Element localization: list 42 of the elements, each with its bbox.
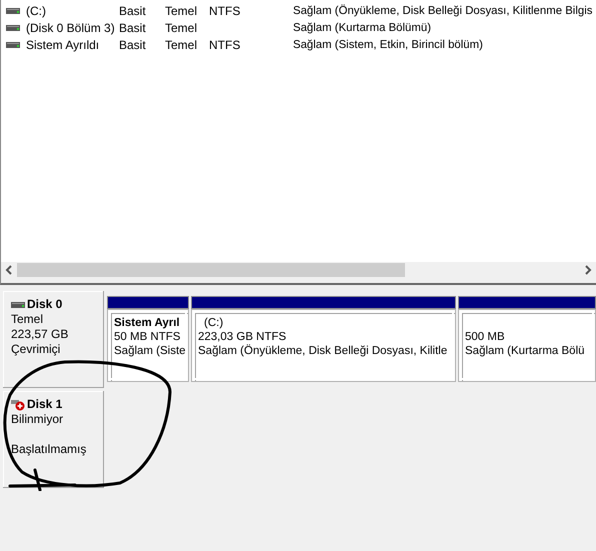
partition-status: Sağlam (Önyükleme, Disk Belleği Dosyası, Kilitle (198, 344, 448, 358)
type-cell-text: Temel (165, 20, 198, 34)
partition-size: 223,03 GB NTFS (198, 330, 288, 344)
pane-splitter[interactable] (0, 278, 596, 285)
file-system-cell: NTFS (209, 4, 240, 18)
partition-status: Sağlam (Kurtarma Bölü (465, 344, 586, 358)
file-system-cell: NTFS (209, 38, 240, 52)
disk-type: Bilinmiyor (11, 412, 64, 427)
layout-cell-text: Basit (119, 4, 147, 18)
volume-name: Sistem Ayrıldı (26, 38, 100, 52)
disk-name: Disk 1 (27, 397, 62, 412)
volume-name: (C:) (26, 4, 47, 18)
disk-status: Çevrimiçi (11, 342, 62, 357)
partition-size: 50 MB NTFS (114, 330, 182, 344)
partition-block[interactable]: (C:) 223,03 GB NTFS Sağlam (Önyükleme, Disk Belleği Dosyası, Kilitle (191, 309, 456, 382)
disk-type: Temel (11, 312, 44, 327)
scroll-thumb[interactable] (17, 263, 405, 277)
status-cell: Sağlam (Kurtarma Bölümü) (293, 22, 432, 34)
status-cell: Sağlam (Sistem, Etkin, Birincil bölüm) (293, 38, 483, 50)
drive-icon (6, 6, 20, 14)
disk-name: Disk 0 (27, 297, 62, 312)
partition-block[interactable]: 500 MB Sağlam (Kurtarma Bölü (458, 309, 596, 382)
disk-info-panel[interactable]: Disk 1 Bilinmiyor Başlatılmamış (3, 391, 104, 488)
layout-cell-text: Basit (119, 20, 147, 34)
partition-status: Sağlam (Siste (114, 344, 187, 358)
disk-error-icon (11, 398, 25, 410)
drive-icon (6, 24, 20, 32)
layout-cell-text: Basit (119, 38, 147, 52)
disk-status: Başlatılmamış (11, 442, 88, 457)
partition-block[interactable]: Sistem Ayrıl 50 MB NTFS Sağlam (Siste (107, 309, 189, 382)
disk-size: 223,57 GB (11, 327, 70, 342)
type-cell-text: Temel (165, 38, 198, 52)
drive-icon (6, 40, 20, 48)
volume-name: (Disk 0 Bölüm 3) (26, 20, 116, 34)
scroll-right-icon[interactable] (584, 265, 592, 275)
type-cell-text: Temel (165, 4, 198, 18)
disk-info-panel[interactable]: Disk 0 Temel 223,57 GB Çevrimiçi (3, 291, 104, 388)
scroll-left-icon[interactable] (5, 265, 13, 275)
partition-title: Sistem Ayrıl (114, 316, 181, 330)
partition-size: 500 MB (465, 330, 506, 344)
partition-title: (C:) (203, 316, 224, 330)
status-cell: Sağlam (Önyükleme, Disk Belleği Dosyası, Kilitlenme Bilgis (293, 4, 592, 16)
